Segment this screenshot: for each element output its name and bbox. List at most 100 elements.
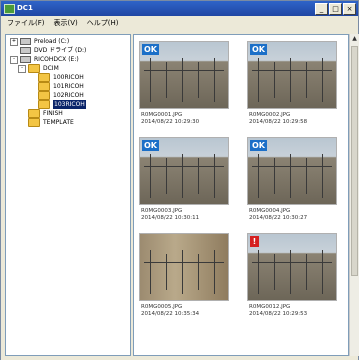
file-date: 2014/08/22 10:29:30 bbox=[141, 119, 200, 125]
ok-badge: OK bbox=[142, 44, 159, 55]
window-controls: _ □ × bbox=[315, 3, 356, 15]
photo-thumbnail[interactable]: ! bbox=[247, 233, 337, 301]
file-date: 2014/08/22 10:35:34 bbox=[141, 311, 200, 317]
rebar-shape bbox=[322, 250, 323, 294]
vertical-scrollbar[interactable]: ▲ bbox=[349, 34, 359, 356]
rebar-shape bbox=[252, 262, 332, 263]
photo-thumbnail[interactable] bbox=[139, 233, 229, 301]
tree-item[interactable]: folder-iconFINISH bbox=[18, 109, 63, 118]
rebar-shape bbox=[258, 58, 259, 102]
file-name: R0MG0001.JPG bbox=[141, 112, 183, 118]
file-date: 2014/08/22 10:30:11 bbox=[141, 215, 200, 221]
rebar-shape bbox=[252, 70, 332, 71]
folder-icon: folder-icon bbox=[38, 91, 50, 100]
scroll-thumb[interactable] bbox=[351, 46, 358, 276]
file-name: R0MG0003.JPG bbox=[141, 208, 183, 214]
menu-help[interactable]: ヘルプ(H) bbox=[87, 18, 119, 28]
rebar-shape bbox=[182, 58, 183, 102]
rebar-shape bbox=[214, 58, 215, 102]
thumbnail-item[interactable]: OK R0MG0001.JPG 2014/08/22 10:29:30 bbox=[139, 41, 229, 125]
rebar-shape bbox=[258, 250, 259, 294]
rebar-shape bbox=[144, 70, 224, 71]
thumbnail-grid[interactable]: OK R0MG0001.JPG 2014/08/22 10:29:30 OK R0MG0… bbox=[133, 34, 349, 356]
file-name: R0MG0012.JPG bbox=[249, 304, 291, 310]
rebar-shape bbox=[290, 58, 291, 102]
rebar-shape bbox=[306, 62, 307, 98]
menu-file[interactable]: ファイル(F) bbox=[7, 18, 45, 28]
folder-icon: folder-icon bbox=[28, 64, 40, 73]
rebar-shape bbox=[290, 250, 291, 294]
rebar-shape bbox=[214, 250, 215, 294]
rebar-shape bbox=[198, 158, 199, 194]
file-date: 2014/08/22 10:29:58 bbox=[249, 119, 308, 125]
tree-item-label: TEMPLATE bbox=[43, 119, 74, 126]
photo-thumbnail[interactable]: OK bbox=[139, 41, 229, 109]
rebar-shape bbox=[258, 154, 259, 198]
folder-icon: folder-icon bbox=[38, 82, 50, 91]
tree-item[interactable]: dvd-drive-iconDVD ドライブ (D:) bbox=[10, 46, 86, 55]
tree-item[interactable]: -folder-iconDCIM bbox=[18, 64, 59, 73]
file-name: R0MG0002.JPG bbox=[249, 112, 291, 118]
tree-item-label: 101RICOH bbox=[53, 83, 84, 90]
rebar-shape bbox=[166, 158, 167, 194]
ok-badge: OK bbox=[250, 140, 267, 151]
tree-item[interactable]: folder-iconTEMPLATE bbox=[18, 118, 74, 127]
rebar-shape bbox=[150, 250, 151, 294]
folder-open-icon: folder-open-icon bbox=[38, 100, 50, 109]
folder-tree[interactable]: +drive-iconPreload (C:)dvd-drive-iconDVD… bbox=[5, 34, 131, 356]
tree-item[interactable]: folder-open-icon103RICOH bbox=[28, 100, 86, 109]
rebar-shape bbox=[182, 250, 183, 294]
rebar-shape bbox=[214, 154, 215, 198]
rebar-shape bbox=[182, 154, 183, 198]
ok-badge: OK bbox=[250, 44, 267, 55]
photo-thumbnail[interactable]: OK bbox=[139, 137, 229, 205]
rebar-shape bbox=[198, 254, 199, 290]
thumbnail-item[interactable]: OK R0MG0003.JPG 2014/08/22 10:30:11 bbox=[139, 137, 229, 221]
scroll-up-arrow-icon[interactable]: ▲ bbox=[350, 34, 359, 43]
app-icon bbox=[4, 4, 15, 14]
rebar-shape bbox=[322, 154, 323, 198]
rebar-shape bbox=[322, 58, 323, 102]
photo-thumbnail[interactable]: OK bbox=[247, 137, 337, 205]
rebar-shape bbox=[306, 158, 307, 194]
folder-icon: folder-icon bbox=[28, 118, 40, 127]
maximize-button[interactable]: □ bbox=[329, 3, 342, 15]
tree-item[interactable]: folder-icon102RICOH bbox=[28, 91, 84, 100]
tree-item-label: DVD ドライブ (D:) bbox=[34, 47, 87, 54]
file-date: 2014/08/22 10:29:53 bbox=[249, 311, 308, 317]
menu-view[interactable]: 表示(V) bbox=[54, 18, 78, 28]
tree-item-label: 103RICOH bbox=[53, 100, 86, 109]
close-button[interactable]: × bbox=[343, 3, 356, 15]
tree-toggle-icon[interactable]: - bbox=[18, 64, 26, 73]
warning-badge-icon: ! bbox=[250, 236, 259, 247]
thumbnail-item[interactable]: ! R0MG0012.JPG 2014/08/22 10:29:53 bbox=[247, 233, 337, 317]
thumbnail-item[interactable]: OK R0MG0004.JPG 2014/08/22 10:30:27 bbox=[247, 137, 337, 221]
tree-item-label: DCIM bbox=[43, 65, 59, 72]
tree-item-label: 100RICOH bbox=[53, 74, 84, 81]
drive-icon: drive-icon bbox=[20, 56, 31, 63]
tree-item[interactable]: folder-icon100RICOH bbox=[28, 73, 84, 82]
dvd-drive-icon: dvd-drive-icon bbox=[20, 47, 31, 54]
title-bar[interactable]: DC1 _ □ × bbox=[1, 1, 358, 16]
tree-item[interactable]: -drive-iconRICOHDCX (E:) bbox=[10, 55, 79, 64]
rebar-shape bbox=[166, 254, 167, 290]
minimize-button[interactable]: _ bbox=[315, 3, 328, 15]
photo-thumbnail[interactable]: OK bbox=[247, 41, 337, 109]
rebar-shape bbox=[198, 62, 199, 98]
status-bar bbox=[1, 356, 358, 360]
file-date: 2014/08/22 10:30:27 bbox=[249, 215, 308, 221]
thumbnail-item[interactable]: OK R0MG0002.JPG 2014/08/22 10:29:58 bbox=[247, 41, 337, 125]
tree-item[interactable]: folder-icon101RICOH bbox=[28, 82, 84, 91]
tree-item-label: Preload (C:) bbox=[34, 38, 70, 45]
ok-badge: OK bbox=[142, 140, 159, 151]
tree-item-label: RICOHDCX (E:) bbox=[34, 56, 79, 63]
folder-icon: folder-icon bbox=[28, 109, 40, 118]
tree-item-label: 102RICOH bbox=[53, 92, 84, 99]
file-name: R0MG0004.JPG bbox=[249, 208, 291, 214]
drive-icon: drive-icon bbox=[20, 38, 31, 45]
tree-item[interactable]: +drive-iconPreload (C:) bbox=[10, 37, 69, 46]
tree-toggle-icon[interactable]: - bbox=[10, 55, 18, 64]
rebar-shape bbox=[274, 158, 275, 194]
tree-toggle-icon[interactable]: + bbox=[10, 37, 18, 46]
thumbnail-item[interactable]: R0MG0005.JPG 2014/08/22 10:35:34 bbox=[139, 233, 229, 317]
